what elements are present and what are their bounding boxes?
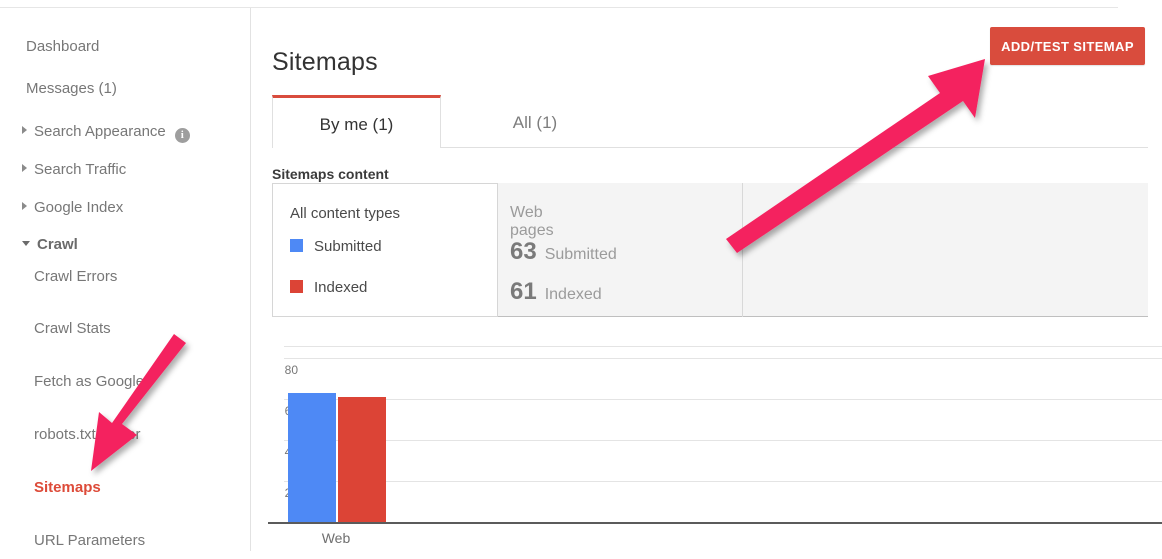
- sitemaps-content-panel: All content types Submitted Indexed Web …: [272, 183, 1148, 317]
- sidebar-item-google-index[interactable]: Google Index: [22, 200, 123, 216]
- chart-gridline-top: [284, 346, 1162, 347]
- legend-item-indexed: Indexed: [290, 279, 367, 296]
- stat-submitted: 63 Submitted: [510, 238, 617, 266]
- sidebar-item-crawl[interactable]: Crawl: [22, 237, 78, 253]
- x-axis-tick-label: Web: [321, 530, 351, 546]
- chart-gridline: [284, 399, 1162, 400]
- add-test-sitemap-button[interactable]: ADD/TEST SITEMAP: [990, 27, 1145, 65]
- sidebar-item-label: Dashboard: [26, 38, 100, 55]
- sidebar-item-dashboard[interactable]: Dashboard: [26, 39, 99, 55]
- y-axis-tick-label: 80: [284, 363, 298, 377]
- legend-label-indexed: Indexed: [314, 279, 368, 296]
- legend-label-submitted: Submitted: [314, 238, 382, 255]
- tab-bar: By me (1) All (1): [272, 95, 1148, 148]
- chart-gridline: [284, 440, 1162, 441]
- chart-baseline: [268, 522, 1162, 524]
- legend-title: All content types: [290, 205, 401, 222]
- sidebar-item-label: Crawl Stats: [34, 320, 111, 337]
- sidebar-item-label: Google Index: [34, 199, 124, 216]
- sidebar-item-label: Sitemaps: [34, 479, 101, 496]
- sidebar-item-label: Crawl: [37, 236, 78, 253]
- page-title: Sitemaps: [272, 47, 378, 76]
- legend-swatch-indexed: [290, 280, 303, 293]
- sidebar-item-label: Fetch as Google: [34, 373, 145, 390]
- info-icon[interactable]: i: [174, 128, 190, 143]
- chart-gridline: [284, 358, 1162, 359]
- sidebar-item-sitemaps[interactable]: Sitemaps: [34, 480, 101, 496]
- main-content: Sitemaps ADD/TEST SITEMAP By me (1) All (…: [252, 8, 1162, 551]
- chart-gridline: [284, 481, 1162, 482]
- stat-indexed-label: Indexed: [544, 286, 602, 303]
- sitemaps-content-label: Sitemaps content: [272, 166, 389, 182]
- sidebar-item-label: URL Parameters: [34, 532, 146, 549]
- sidebar-item-robots-txt-tester[interactable]: robots.txt Tester: [34, 427, 140, 443]
- tab-by-me-1[interactable]: By me (1): [272, 95, 441, 148]
- stat-submitted-value: 63: [510, 238, 537, 265]
- chart-bar-submitted[interactable]: [288, 393, 336, 522]
- sidebar-item-crawl-errors[interactable]: Crawl Errors: [34, 269, 117, 285]
- stat-submitted-label: Submitted: [544, 246, 617, 263]
- sidebar-item-url-parameters[interactable]: URL Parameters: [34, 533, 145, 549]
- panel-divider: [742, 183, 743, 317]
- chevron-down-icon: [22, 241, 30, 246]
- sidebar-item-label: Messages (1): [26, 80, 117, 97]
- legend-swatch-submitted: [290, 239, 303, 252]
- sidebar-item-label: Crawl Errors: [34, 268, 118, 285]
- sitemaps-bar-chart: 20406080Web: [260, 338, 1162, 559]
- chevron-right-icon: [22, 202, 27, 210]
- sidebar-item-label: robots.txt Tester: [34, 426, 141, 443]
- sidebar-item-messages-1[interactable]: Messages (1): [26, 81, 117, 97]
- sidebar-item-label: Search Appearance: [34, 123, 166, 140]
- stat-indexed-value: 61: [510, 278, 537, 305]
- tab-all-1[interactable]: All (1): [441, 95, 629, 148]
- sidebar-item-search-traffic[interactable]: Search Traffic: [22, 162, 126, 178]
- stats-heading: Web pages: [510, 204, 554, 239]
- chevron-right-icon: [22, 126, 27, 134]
- stat-indexed: 61 Indexed: [510, 278, 602, 306]
- chevron-right-icon: [22, 164, 27, 172]
- sidebar: Dashboard Messages (1) Search Appearance i S…: [0, 8, 251, 551]
- content-types-legend: All content types Submitted Indexed: [272, 183, 498, 317]
- sidebar-item-fetch-as-google[interactable]: Fetch as Google: [34, 374, 144, 390]
- sidebar-item-label: Search Traffic: [34, 161, 127, 178]
- chart-bar-indexed[interactable]: [338, 397, 386, 522]
- sidebar-item-search-appearance[interactable]: Search Appearance i: [22, 124, 190, 143]
- legend-item-submitted: Submitted: [290, 238, 382, 255]
- sidebar-item-crawl-stats[interactable]: Crawl Stats: [34, 321, 111, 337]
